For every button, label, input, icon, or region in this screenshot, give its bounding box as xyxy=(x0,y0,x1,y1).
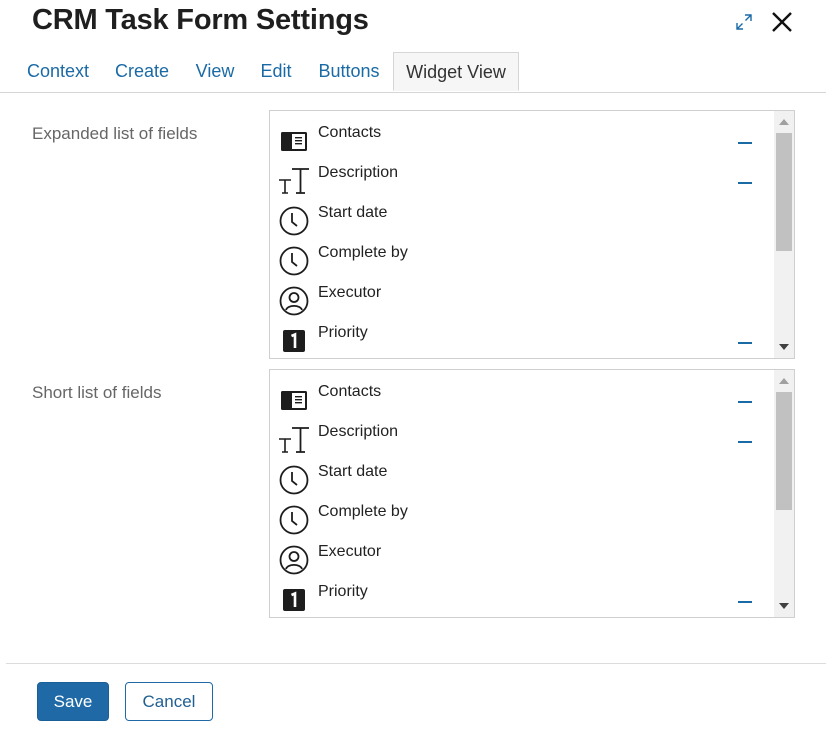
field-label: Description xyxy=(318,423,399,440)
tab-bar: Context Create View Edit Buttons Widget … xyxy=(0,52,826,93)
field-item[interactable]: Contacts xyxy=(278,380,768,420)
field-label: Executor xyxy=(318,284,382,301)
scrollbar[interactable] xyxy=(774,111,794,358)
short-list-label: Short list of fields xyxy=(32,383,162,402)
field-label: Description xyxy=(318,164,399,181)
field-item[interactable]: Description xyxy=(278,161,768,201)
user-icon xyxy=(278,544,310,576)
remove-field-icon[interactable] xyxy=(738,335,752,349)
short-fields-list[interactable]: Contacts Description Start date Complete by… xyxy=(269,369,795,618)
field-item[interactable]: Executor xyxy=(278,281,768,321)
number-one-icon xyxy=(278,325,310,357)
tab-view[interactable]: View xyxy=(188,52,242,91)
contact-card-icon xyxy=(278,125,310,157)
user-icon xyxy=(278,285,310,317)
remove-field-icon[interactable] xyxy=(738,175,752,189)
remove-field-icon[interactable] xyxy=(738,594,752,608)
scroll-thumb[interactable] xyxy=(776,133,792,251)
remove-field-icon[interactable] xyxy=(738,135,752,149)
footer-divider xyxy=(6,663,826,664)
clock-icon xyxy=(278,205,310,237)
close-icon[interactable] xyxy=(770,10,794,34)
field-label: Complete by xyxy=(318,244,408,261)
text-icon xyxy=(278,424,310,456)
field-label: Executor xyxy=(318,543,382,560)
number-one-icon xyxy=(278,584,310,616)
tab-edit[interactable]: Edit xyxy=(254,52,298,91)
field-label: Start date xyxy=(318,204,388,221)
clock-icon xyxy=(278,504,310,536)
field-label: Priority xyxy=(318,583,368,600)
scroll-down-icon[interactable] xyxy=(779,344,789,350)
field-label: Contacts xyxy=(318,383,382,400)
tab-widget-view[interactable]: Widget View xyxy=(393,52,519,91)
tab-buttons[interactable]: Buttons xyxy=(310,52,388,91)
cancel-button[interactable]: Cancel xyxy=(125,682,213,721)
remove-field-icon[interactable] xyxy=(738,394,752,408)
field-item[interactable]: Complete by xyxy=(278,500,768,540)
scroll-up-icon[interactable] xyxy=(779,378,789,384)
remove-field-icon[interactable] xyxy=(738,434,752,448)
field-item[interactable]: Contacts xyxy=(278,121,768,161)
field-item[interactable]: Priority xyxy=(278,321,768,358)
expanded-fields-list[interactable]: Contacts Description Start date Complete by… xyxy=(269,110,795,359)
field-item[interactable]: Description xyxy=(278,420,768,460)
tab-create[interactable]: Create xyxy=(108,52,176,91)
scroll-up-icon[interactable] xyxy=(779,119,789,125)
clock-icon xyxy=(278,245,310,277)
expand-icon[interactable] xyxy=(734,12,754,32)
scroll-thumb[interactable] xyxy=(776,392,792,510)
dialog-title: CRM Task Form Settings xyxy=(32,4,369,36)
field-label: Complete by xyxy=(318,503,408,520)
clock-icon xyxy=(278,464,310,496)
field-item[interactable]: Priority xyxy=(278,580,768,617)
field-label: Contacts xyxy=(318,124,382,141)
field-item[interactable]: Start date xyxy=(278,201,768,241)
contact-card-icon xyxy=(278,384,310,416)
field-label: Start date xyxy=(318,463,388,480)
scroll-down-icon[interactable] xyxy=(779,603,789,609)
scrollbar[interactable] xyxy=(774,370,794,617)
text-icon xyxy=(278,165,310,197)
field-label: Priority xyxy=(318,324,368,341)
expanded-list-label: Expanded list of fields xyxy=(32,124,198,143)
save-button[interactable]: Save xyxy=(37,682,109,721)
field-item[interactable]: Complete by xyxy=(278,241,768,281)
field-item[interactable]: Executor xyxy=(278,540,768,580)
tab-context[interactable]: Context xyxy=(20,52,96,91)
field-item[interactable]: Start date xyxy=(278,460,768,500)
